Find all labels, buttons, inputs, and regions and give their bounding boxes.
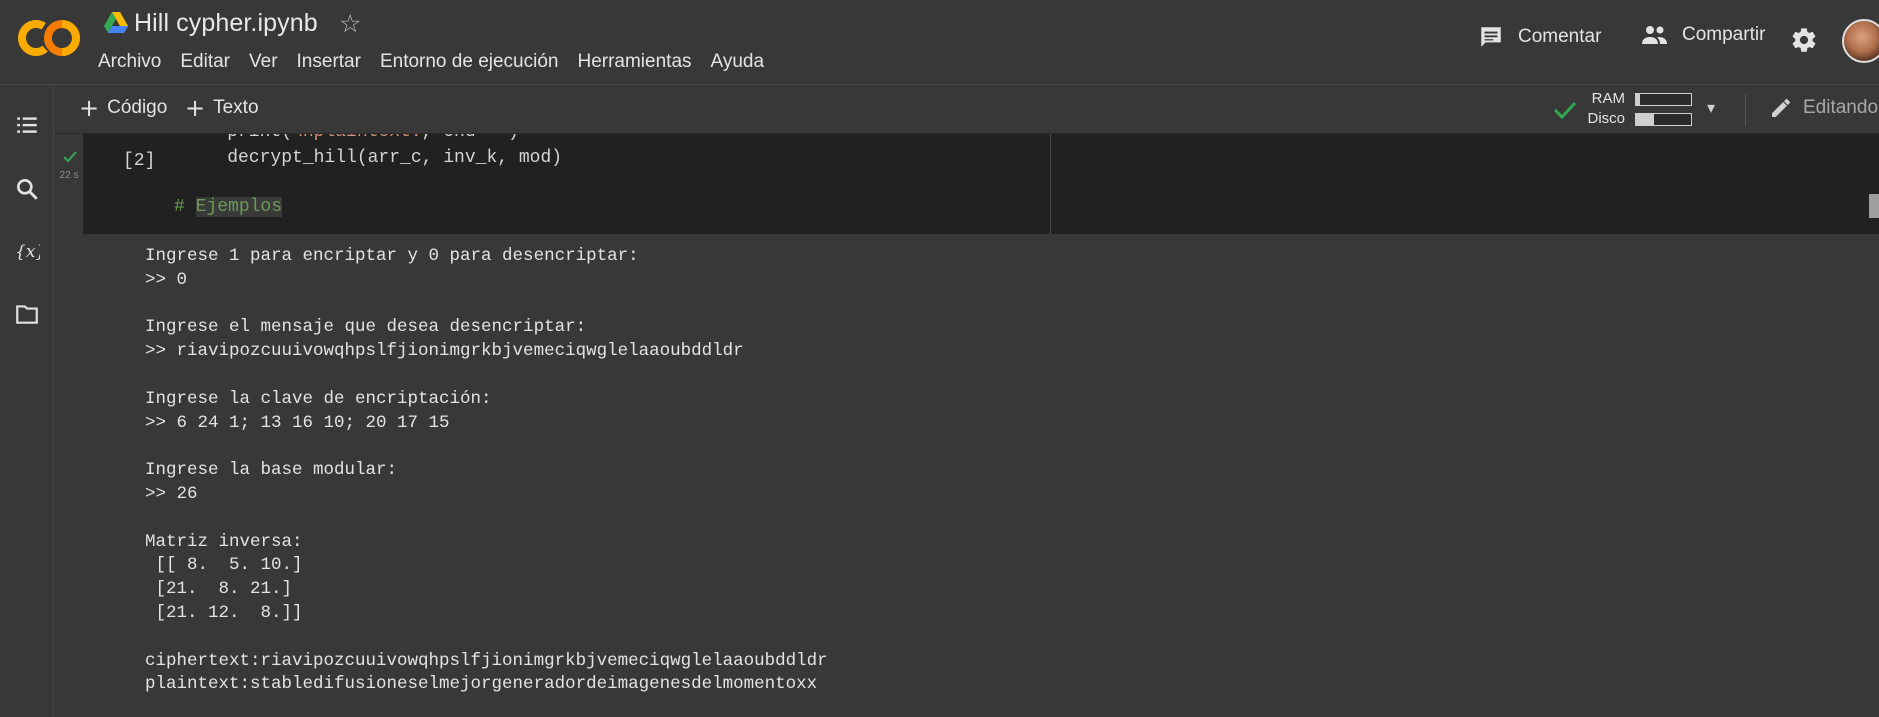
menu-insertar[interactable]: Insertar — [297, 51, 371, 73]
add-code-button[interactable]: + Código — [79, 96, 167, 120]
menu-bar: Archivo Editar Ver Insertar Entorno de e… — [98, 51, 783, 73]
connected-check-icon — [1553, 101, 1577, 120]
ram-meter[interactable] — [1635, 93, 1692, 106]
share-button[interactable]: Compartir — [1640, 24, 1765, 46]
user-avatar[interactable] — [1842, 19, 1879, 63]
ram-meter-fill — [1636, 94, 1641, 105]
ram-label: RAM — [1591, 90, 1625, 107]
code-line: decrypt_hill(arr_c, inv_k, mod) — [184, 148, 563, 168]
output-line: ciphertext:riavipozcuuivowqhpslfjionimgr… — [145, 650, 828, 671]
cell-gutter: 22 s — [55, 134, 83, 234]
code-comment: # Ejemplos — [174, 197, 283, 217]
pencil-icon — [1772, 99, 1790, 117]
output-line: [[ 8. 5. 10.] — [145, 555, 303, 576]
output-line: >> 0 — [145, 269, 188, 290]
notebook-title[interactable]: Hill cypher.ipynb — [134, 9, 318, 38]
add-text-button[interactable]: + Texto — [185, 96, 259, 120]
gear-icon[interactable] — [1790, 26, 1818, 54]
disk-meter[interactable] — [1635, 113, 1692, 126]
menu-ver[interactable]: Ver — [249, 51, 288, 73]
comment-button[interactable]: Comentar — [1478, 24, 1601, 50]
plus-icon: + — [79, 94, 100, 122]
menu-entorno-de-ejecucion[interactable]: Entorno de ejecución — [380, 51, 569, 73]
disk-label: Disco — [1587, 110, 1625, 127]
output-line: [21. 8. 21.] — [145, 579, 293, 600]
share-label: Compartir — [1682, 24, 1766, 45]
app-header: Hill cypher.ipynb ☆ Archivo Editar Ver I… — [0, 0, 1879, 85]
output-line: Ingrese la clave de encriptación: — [145, 388, 492, 409]
output-line: Ingrese 1 para encriptar y 0 para desenc… — [145, 246, 639, 266]
notebook-toolbar: + Código + Texto RAM Disco ▾ Editando — [55, 86, 1879, 134]
menu-ayuda[interactable]: Ayuda — [711, 51, 775, 73]
output-line: >> 26 — [145, 483, 198, 504]
people-icon — [1642, 26, 1667, 44]
variables-icon[interactable]: {x} — [14, 238, 40, 264]
cell-divider — [1050, 134, 1051, 234]
search-icon[interactable] — [14, 176, 40, 202]
execution-count: [2] — [123, 151, 156, 171]
output-line: [21. 12. 8.]] — [145, 602, 303, 623]
cell-scrollbar[interactable] — [1869, 194, 1879, 218]
toolbar-divider — [1745, 94, 1746, 126]
comment-icon — [1481, 27, 1501, 47]
table-of-contents-icon[interactable] — [14, 112, 40, 138]
comment-label: Comentar — [1518, 26, 1602, 47]
cell-output: Ingrese 1 para encriptar y 0 para desenc… — [145, 245, 828, 697]
menu-herramientas[interactable]: Herramientas — [577, 51, 701, 73]
star-icon[interactable]: ☆ — [339, 9, 361, 39]
colab-logo[interactable] — [16, 14, 82, 62]
add-text-label: Texto — [213, 97, 259, 118]
output-line: >> riavipozcuuivowqhpslfjionimgrkbjvemec… — [145, 341, 744, 362]
menu-archivo[interactable]: Archivo — [98, 51, 171, 73]
run-success-icon[interactable] — [62, 150, 78, 164]
disk-meter-fill — [1636, 114, 1654, 125]
menu-editar[interactable]: Editar — [180, 51, 240, 73]
output-line: plaintext:stabledifusioneselmejorgenerad… — [145, 674, 818, 695]
notebook-area: 22 s [2] print(\nplaintext:, end='') dec… — [55, 134, 1879, 717]
code-line: print(\nplaintext:, end='') — [184, 134, 519, 142]
resources-dropdown-icon[interactable]: ▾ — [1707, 98, 1715, 117]
plus-icon: + — [185, 94, 206, 122]
editing-label: Editando — [1803, 97, 1879, 118]
add-code-label: Código — [107, 97, 168, 118]
output-line: Ingrese la base modular: — [145, 460, 398, 481]
output-line: Matriz inversa: — [145, 531, 303, 552]
svg-text:{x}: {x} — [15, 242, 40, 262]
output-line: >> 6 24 1; 13 16 10; 20 17 15 — [145, 412, 450, 433]
google-drive-icon[interactable] — [104, 12, 128, 34]
left-sidebar: {x} — [0, 86, 54, 717]
run-time: 22 s — [59, 170, 79, 181]
code-cell[interactable]: [2] print(\nplaintext:, end='') decrypt_… — [83, 134, 1879, 234]
output-line: Ingrese el mensaje que desea desencripta… — [145, 317, 587, 338]
folder-icon[interactable] — [14, 301, 40, 327]
editing-mode-button[interactable]: Editando — [1769, 96, 1878, 120]
